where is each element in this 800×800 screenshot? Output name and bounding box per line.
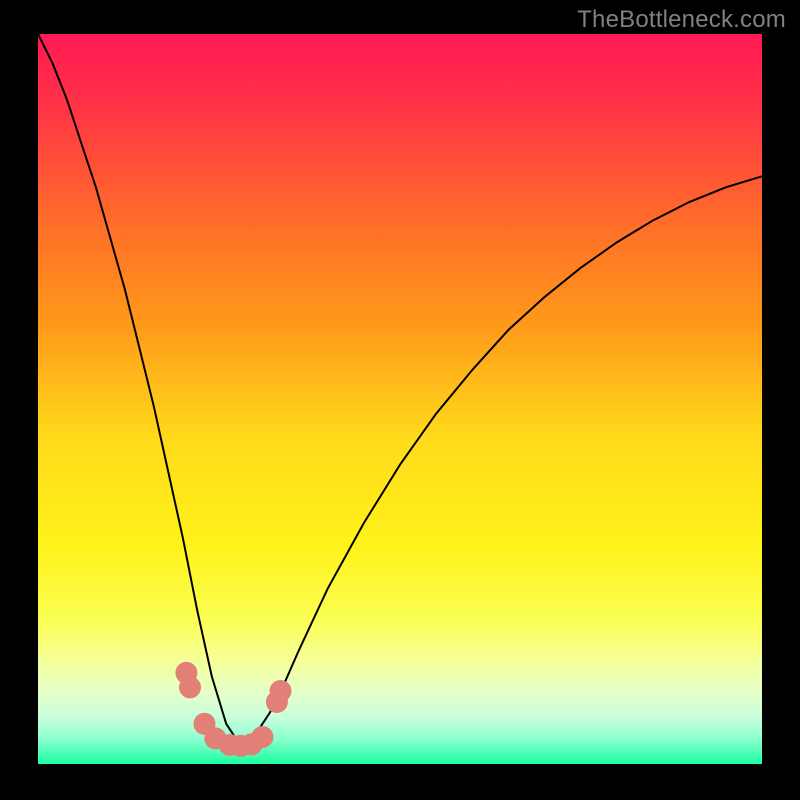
data-marker <box>251 726 273 748</box>
watermark-text: TheBottleneck.com <box>577 6 786 34</box>
data-marker <box>179 676 201 698</box>
data-marker <box>270 680 292 702</box>
bottleneck-chart <box>0 0 800 800</box>
chart-container: TheBottleneck.com <box>0 0 800 800</box>
plot-area <box>38 34 762 764</box>
